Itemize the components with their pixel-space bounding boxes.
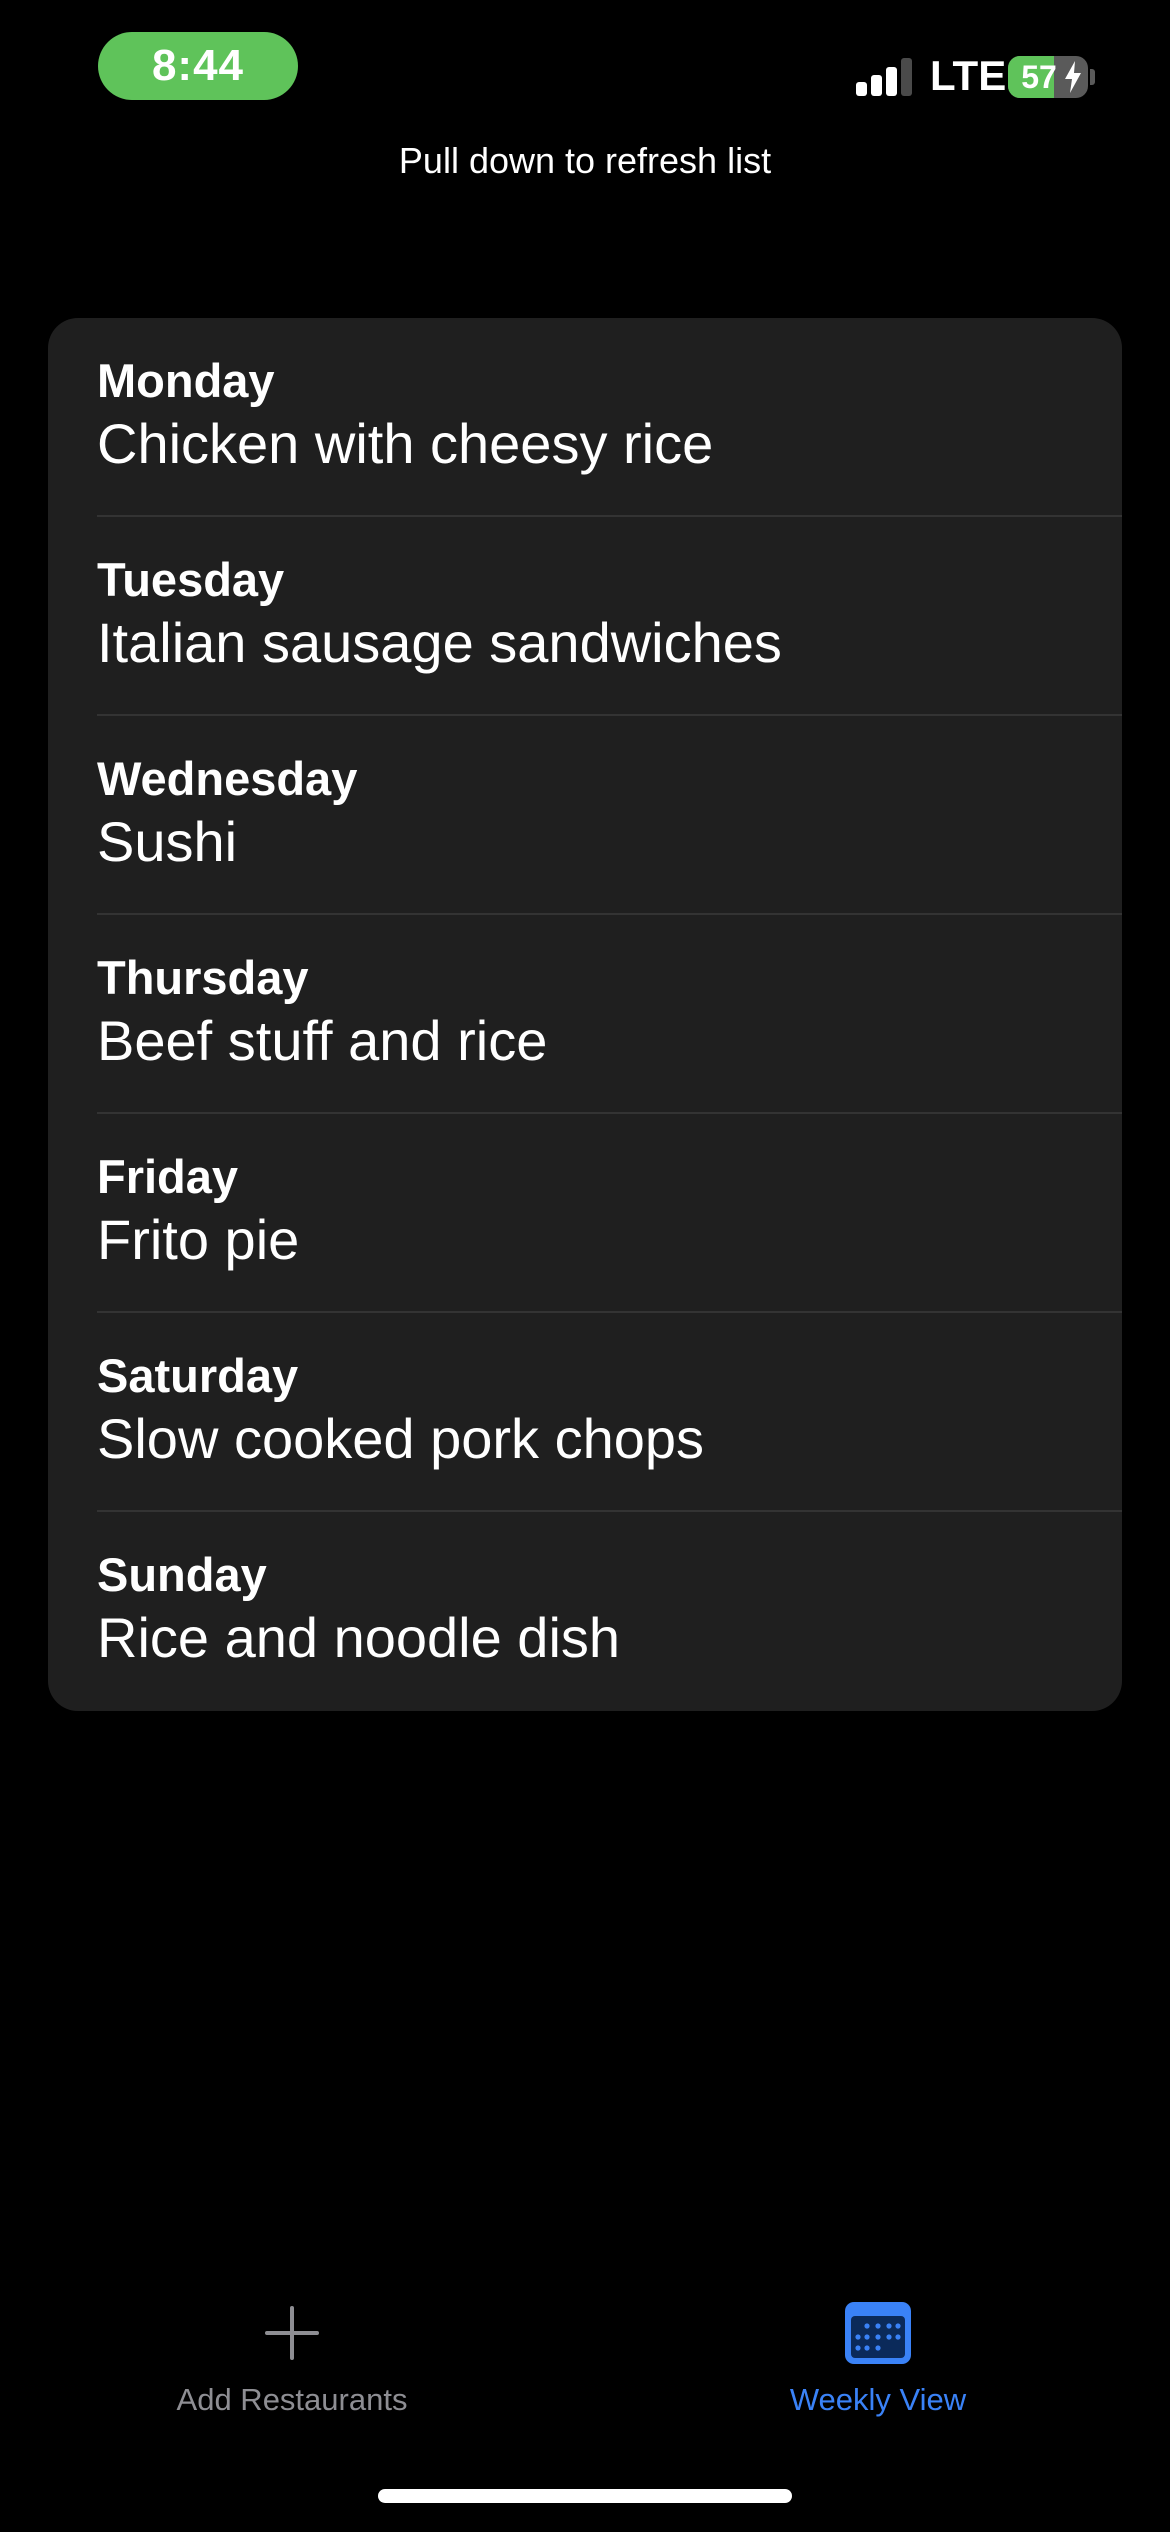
list-item[interactable]: Monday Chicken with cheesy rice (48, 318, 1122, 517)
pull-to-refresh-hint: Pull down to refresh list (398, 140, 772, 181)
list-item[interactable]: Tuesday Italian sausage sandwiches (48, 517, 1122, 716)
plus-icon (265, 2306, 319, 2360)
meal-name: Chicken with cheesy rice (97, 412, 714, 476)
day-label: Saturday (97, 1349, 299, 1402)
screen: 8:44 LTE 57 Pull down to refresh list Mo… (0, 0, 1170, 2532)
meal-name: Beef stuff and rice (97, 1009, 548, 1073)
list-item[interactable]: Saturday Slow cooked pork chops (48, 1313, 1122, 1512)
meal-name: Slow cooked pork chops (97, 1407, 705, 1471)
day-label: Thursday (97, 951, 309, 1004)
battery-percentage: 57 (1021, 58, 1057, 95)
cellular-signal-icon (856, 58, 912, 96)
meal-name: Sushi (97, 810, 238, 874)
charging-bolt-icon (1065, 61, 1081, 93)
network-type: LTE (930, 52, 1007, 99)
tab-add-restaurants[interactable]: Add Restaurants (92, 2298, 492, 2418)
list-item[interactable]: Wednesday Sushi (48, 716, 1122, 915)
meal-name: Italian sausage sandwiches (97, 611, 782, 675)
day-label: Monday (97, 354, 275, 407)
day-label: Friday (97, 1150, 239, 1203)
list-item[interactable]: Thursday Beef stuff and rice (48, 915, 1122, 1114)
day-label: Wednesday (97, 752, 358, 805)
battery-icon: 57 (1008, 56, 1088, 98)
weekly-meal-list: Monday Chicken with cheesy rice Tuesday … (48, 318, 1122, 1711)
tab-label: Weekly View (789, 2382, 967, 2417)
meal-name: Frito pie (97, 1208, 300, 1272)
home-indicator[interactable] (378, 2489, 792, 2503)
meal-name: Rice and noodle dish (97, 1606, 621, 1670)
tab-label: Add Restaurants (176, 2382, 408, 2417)
list-item[interactable]: Sunday Rice and noodle dish (48, 1512, 1122, 1711)
day-label: Tuesday (97, 553, 285, 606)
calendar-icon (845, 2302, 911, 2364)
list-item[interactable]: Friday Frito pie (48, 1114, 1122, 1313)
day-label: Sunday (97, 1548, 267, 1601)
status-time[interactable]: 8:44 (98, 32, 298, 100)
tab-weekly-view[interactable]: Weekly View (678, 2298, 1078, 2418)
battery-cap (1090, 69, 1095, 85)
